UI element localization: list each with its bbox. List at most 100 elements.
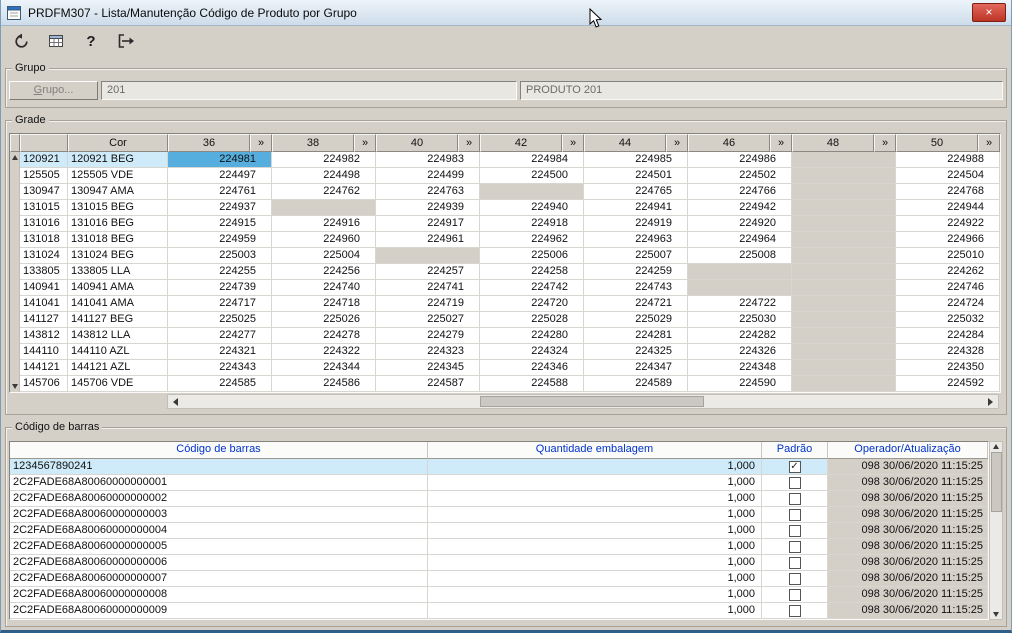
grade-cell-42[interactable] — [480, 184, 584, 200]
grade-cell-50[interactable]: 225032 — [896, 312, 1000, 328]
grade-cell-48[interactable] — [792, 344, 896, 360]
grade-cell-48[interactable] — [792, 312, 896, 328]
grade-cell-code[interactable]: 144110 — [20, 344, 68, 360]
grade-cell-36[interactable]: 224981 — [168, 152, 272, 168]
grade-cell-44[interactable]: 224325 — [584, 344, 688, 360]
grade-cell-50[interactable]: 224284 — [896, 328, 1000, 344]
grade-cell-50[interactable]: 224350 — [896, 360, 1000, 376]
grade-cell-44[interactable]: 224765 — [584, 184, 688, 200]
grade-cell-code[interactable]: 131015 — [20, 200, 68, 216]
barras-cell-codigo[interactable]: 2C2FADE68A80060000000007 — [10, 571, 428, 587]
grade-cell-44[interactable]: 224589 — [584, 376, 688, 392]
grade-cell-50[interactable]: 224724 — [896, 296, 1000, 312]
grade-cell-42[interactable]: 224258 — [480, 264, 584, 280]
grade-cell-42[interactable]: 225006 — [480, 248, 584, 264]
grade-cell-42[interactable]: 224324 — [480, 344, 584, 360]
grade-cell-40[interactable]: 224917 — [376, 216, 480, 232]
padrao-checkbox[interactable] — [788, 572, 801, 585]
grade-cell-40[interactable]: 224499 — [376, 168, 480, 184]
grupo-descricao-field[interactable]: PRODUTO 201 — [520, 81, 1003, 100]
grade-cell-code[interactable]: 131024 — [20, 248, 68, 264]
grade-cell-36[interactable]: 224497 — [168, 168, 272, 184]
grade-size-expand-44[interactable]: » — [666, 134, 688, 152]
grade-cell-44[interactable]: 224963 — [584, 232, 688, 248]
grade-cell-38[interactable]: 224256 — [272, 264, 376, 280]
padrao-checkbox[interactable] — [788, 524, 801, 537]
scroll-right-icon[interactable] — [988, 397, 993, 406]
grade-cell-36[interactable]: 224761 — [168, 184, 272, 200]
grade-cell-36[interactable]: 224255 — [168, 264, 272, 280]
grade-cell-48[interactable] — [792, 248, 896, 264]
grade-cell-cor[interactable]: 131016 BEG — [68, 216, 168, 232]
grade-cell-code[interactable]: 143812 — [20, 328, 68, 344]
padrao-checkbox[interactable] — [788, 556, 801, 569]
barras-cell-quantidade[interactable]: 1,000 — [428, 555, 762, 571]
grade-cell-46[interactable]: 224282 — [688, 328, 792, 344]
grade-cell-cor[interactable]: 125505 VDE — [68, 168, 168, 184]
grade-cell-40[interactable]: 224257 — [376, 264, 480, 280]
grade-cell-code[interactable]: 141041 — [20, 296, 68, 312]
barras-cell-quantidade[interactable]: 1,000 — [428, 507, 762, 523]
grade-cell-40[interactable]: 224961 — [376, 232, 480, 248]
grade-cell-36[interactable]: 225003 — [168, 248, 272, 264]
grid-button[interactable] — [45, 30, 67, 52]
scroll-down-icon[interactable] — [11, 384, 18, 389]
grade-cell-36[interactable]: 224915 — [168, 216, 272, 232]
barras-vertical-scrollbar[interactable] — [989, 441, 1003, 620]
vertical-scroll-thumb[interactable] — [990, 452, 1002, 512]
grade-vertical-scrollbar[interactable] — [10, 152, 20, 392]
grade-cell-46[interactable]: 224942 — [688, 200, 792, 216]
padrao-checkbox[interactable] — [788, 604, 801, 617]
grade-cell-46[interactable]: 224986 — [688, 152, 792, 168]
grade-cell-48[interactable] — [792, 216, 896, 232]
grade-size-header-44[interactable]: 44 — [584, 134, 666, 152]
barras-cell-codigo[interactable]: 2C2FADE68A80060000000006 — [10, 555, 428, 571]
grade-cell-38[interactable]: 225004 — [272, 248, 376, 264]
barras-header-operador[interactable]: Operador/Atualização — [828, 442, 988, 459]
grade-cell-cor[interactable]: 130947 AMA — [68, 184, 168, 200]
barras-cell-codigo[interactable]: 2C2FADE68A80060000000009 — [10, 603, 428, 619]
grade-cell-code[interactable]: 125505 — [20, 168, 68, 184]
grade-cell-cor[interactable]: 144121 AZL — [68, 360, 168, 376]
grade-size-expand-40[interactable]: » — [458, 134, 480, 152]
grade-cell-44[interactable]: 225029 — [584, 312, 688, 328]
barras-row[interactable]: 2C2FADE68A80060000000009 1,000 098 30/06/2… — [10, 603, 988, 619]
barras-cell-codigo[interactable]: 2C2FADE68A80060000000008 — [10, 587, 428, 603]
grade-cell-40[interactable] — [376, 248, 480, 264]
padrao-checkbox[interactable] — [788, 492, 801, 505]
grade-size-header-48[interactable]: 48 — [792, 134, 874, 152]
grade-cell-38[interactable]: 224740 — [272, 280, 376, 296]
grade-cell-code[interactable]: 144121 — [20, 360, 68, 376]
grade-cell-46[interactable]: 224590 — [688, 376, 792, 392]
grade-cell-42[interactable]: 224588 — [480, 376, 584, 392]
grade-cell-44[interactable]: 224347 — [584, 360, 688, 376]
grade-cell-40[interactable]: 224279 — [376, 328, 480, 344]
grade-cell-42[interactable]: 224720 — [480, 296, 584, 312]
grupo-button[interactable]: Grupo... — [9, 81, 98, 100]
grade-cell-42[interactable]: 224940 — [480, 200, 584, 216]
barras-row[interactable]: 2C2FADE68A80060000000002 1,000 098 30/06/2… — [10, 491, 988, 507]
grade-cell-46[interactable]: 224722 — [688, 296, 792, 312]
grade-horizontal-scrollbar[interactable] — [167, 394, 999, 409]
grade-cell-38[interactable]: 224322 — [272, 344, 376, 360]
barras-cell-codigo[interactable]: 1234567890241 — [10, 459, 428, 475]
grade-cell-40[interactable]: 224345 — [376, 360, 480, 376]
barras-row[interactable]: 2C2FADE68A80060000000007 1,000 098 30/06/2… — [10, 571, 988, 587]
barras-cell-codigo[interactable]: 2C2FADE68A80060000000005 — [10, 539, 428, 555]
grade-cell-38[interactable]: 224586 — [272, 376, 376, 392]
grade-cell-50[interactable]: 224504 — [896, 168, 1000, 184]
grade-cell-50[interactable]: 224262 — [896, 264, 1000, 280]
grade-cell-48[interactable] — [792, 184, 896, 200]
grade-cell-46[interactable] — [688, 280, 792, 296]
grade-cell-cor[interactable]: 131015 BEG — [68, 200, 168, 216]
barras-cell-quantidade[interactable]: 1,000 — [428, 523, 762, 539]
grade-cell-code[interactable]: 131016 — [20, 216, 68, 232]
grade-cell-code[interactable]: 140941 — [20, 280, 68, 296]
grade-cell-cor[interactable]: 120921 BEG — [68, 152, 168, 168]
grupo-code-field[interactable]: 201 — [101, 81, 517, 100]
barras-row[interactable]: 2C2FADE68A80060000000008 1,000 098 30/06/2… — [10, 587, 988, 603]
grade-cell-cor[interactable]: 140941 AMA — [68, 280, 168, 296]
grade-cell-38[interactable]: 224278 — [272, 328, 376, 344]
grade-cell-40[interactable]: 224983 — [376, 152, 480, 168]
grade-cell-38[interactable]: 224960 — [272, 232, 376, 248]
